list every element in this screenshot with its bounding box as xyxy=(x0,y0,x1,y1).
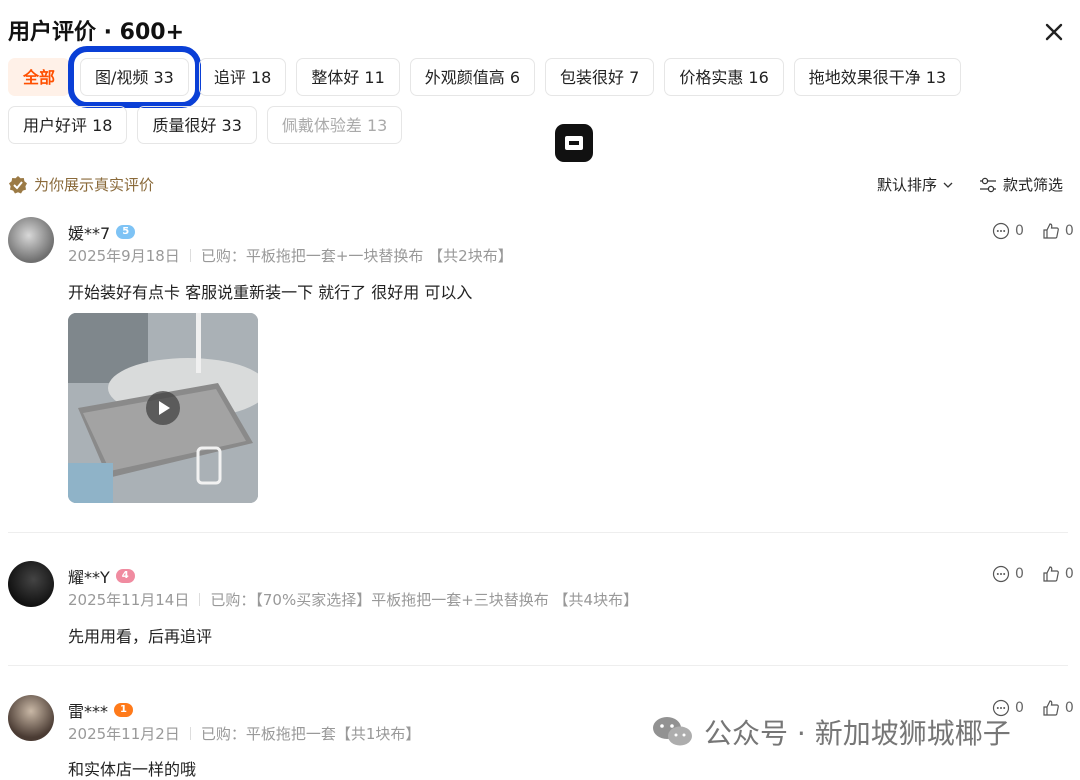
reviewer-name: 媛**7 xyxy=(68,224,111,243)
verified-notice: 为你展示真实评价 xyxy=(8,174,154,195)
watermark: 公众号 · 新加坡狮城椰子 xyxy=(652,712,1011,752)
comment-icon xyxy=(992,222,1010,240)
review-text: 和实体店一样的哦 xyxy=(68,760,197,779)
style-filter-button[interactable]: 款式筛选 xyxy=(979,174,1063,195)
level-badge: 4 xyxy=(115,569,135,583)
review-date: 2025年9月18日 xyxy=(68,247,180,265)
sort-dropdown[interactable]: 默认排序 xyxy=(877,174,953,195)
avatar[interactable] xyxy=(8,561,54,607)
avatar[interactable] xyxy=(8,695,54,741)
like-count: 0 xyxy=(1064,223,1074,239)
reviewer-name: 耀**Y xyxy=(68,568,110,587)
like-button[interactable]: 0 xyxy=(1042,565,1074,583)
level-badge: 1 xyxy=(114,703,133,717)
sort-label: 默认排序 xyxy=(877,176,938,194)
like-button[interactable]: 0 xyxy=(1042,222,1074,240)
like-count: 0 xyxy=(1064,566,1074,582)
review-meta: 2025年9月18日 已购：平板拖把一套+一块替换布 【共2块布】 xyxy=(68,245,513,266)
review-stats: 0 0 xyxy=(992,565,1074,583)
review-stats: 0 0 xyxy=(992,222,1074,240)
comment-button[interactable]: 0 xyxy=(992,222,1024,240)
close-icon[interactable] xyxy=(1040,18,1068,46)
play-icon[interactable] xyxy=(146,391,180,425)
comment-icon xyxy=(992,565,1010,583)
level-badge: 5 xyxy=(116,225,136,239)
like-button[interactable]: 0 xyxy=(1042,699,1074,717)
reviewer-name: 雷*** xyxy=(68,702,109,721)
thumbs-up-icon xyxy=(1043,223,1059,239)
tag-good-packaging[interactable]: 包装很好 7 xyxy=(545,58,655,96)
reviewer-name-row: 雷*** 1 xyxy=(68,698,133,722)
style-filter-label: 款式筛选 xyxy=(1003,176,1064,194)
tag-all[interactable]: 全部 xyxy=(8,58,71,96)
review-meta: 2025年11月14日 已购：【70%买家选择】平板拖把一套+三块替换布 【共4块… xyxy=(68,589,638,610)
purchase-info: 已购：【70%买家选择】平板拖把一套+三块替换布 【共4块布】 xyxy=(210,591,639,609)
tag-bad-wear[interactable]: 佩戴体验差 13 xyxy=(266,106,403,144)
comment-count: 0 xyxy=(1015,700,1024,716)
comment-count: 0 xyxy=(1015,223,1024,239)
reviewer-name-row: 媛**7 5 xyxy=(68,220,136,244)
tag-good-quality[interactable]: 质量很好 33 xyxy=(137,106,257,144)
tag-user-praise[interactable]: 用户好评 18 xyxy=(8,106,128,144)
comment-button[interactable]: 0 xyxy=(992,565,1024,583)
thumbs-up-icon xyxy=(1043,566,1059,582)
reviewer-name-row: 耀**Y 4 xyxy=(68,564,135,588)
floating-app-icon[interactable] xyxy=(555,124,593,162)
thumbs-up-icon xyxy=(1043,700,1059,716)
review-meta: 2025年11月2日 已购：平板拖把一套【共1块布】 xyxy=(68,723,420,744)
sort-filter-bar: 默认排序 款式筛选 xyxy=(877,174,1063,195)
tag-good-price[interactable]: 价格实惠 16 xyxy=(664,58,784,96)
ticket-icon xyxy=(565,136,583,150)
verified-badge-icon xyxy=(9,175,27,193)
review-text: 开始装好有点卡 客服说重新装一下 就行了 很好用 可以入 xyxy=(68,283,473,302)
watermark-text: 公众号 · 新加坡狮城椰子 xyxy=(704,717,1011,750)
comment-count: 0 xyxy=(1015,566,1024,582)
filter-sliders-icon xyxy=(980,177,997,192)
review-video-thumbnail[interactable] xyxy=(68,313,258,503)
review-text: 先用用看，后再追评 xyxy=(68,627,213,646)
verified-label: 为你展示真实评价 xyxy=(34,176,155,194)
tag-filter-bar: 全部 图/视频 33 追评 18 整体好 11 外观颜值高 6 包装很好 7 价… xyxy=(8,46,1008,154)
avatar[interactable] xyxy=(8,217,54,263)
chevron-down-icon xyxy=(943,182,953,188)
page-title: 用户评价 · 600+ xyxy=(8,20,185,45)
wechat-icon xyxy=(653,717,692,746)
review-date: 2025年11月14日 xyxy=(68,591,190,609)
divider xyxy=(8,532,1068,533)
tag-good-looks[interactable]: 外观颜值高 6 xyxy=(409,58,536,96)
tag-follow-up[interactable]: 追评 18 xyxy=(198,58,287,96)
tag-photo-video[interactable]: 图/视频 33 xyxy=(68,46,201,108)
purchase-info: 已购：平板拖把一套【共1块布】 xyxy=(200,725,421,743)
divider xyxy=(8,665,1068,666)
tag-overall-good[interactable]: 整体好 11 xyxy=(296,58,400,96)
review-date: 2025年11月2日 xyxy=(68,725,180,743)
purchase-info: 已购：平板拖把一套+一块替换布 【共2块布】 xyxy=(200,247,513,265)
like-count: 0 xyxy=(1064,700,1074,716)
tag-clean-mopping[interactable]: 拖地效果很干净 13 xyxy=(793,58,962,96)
